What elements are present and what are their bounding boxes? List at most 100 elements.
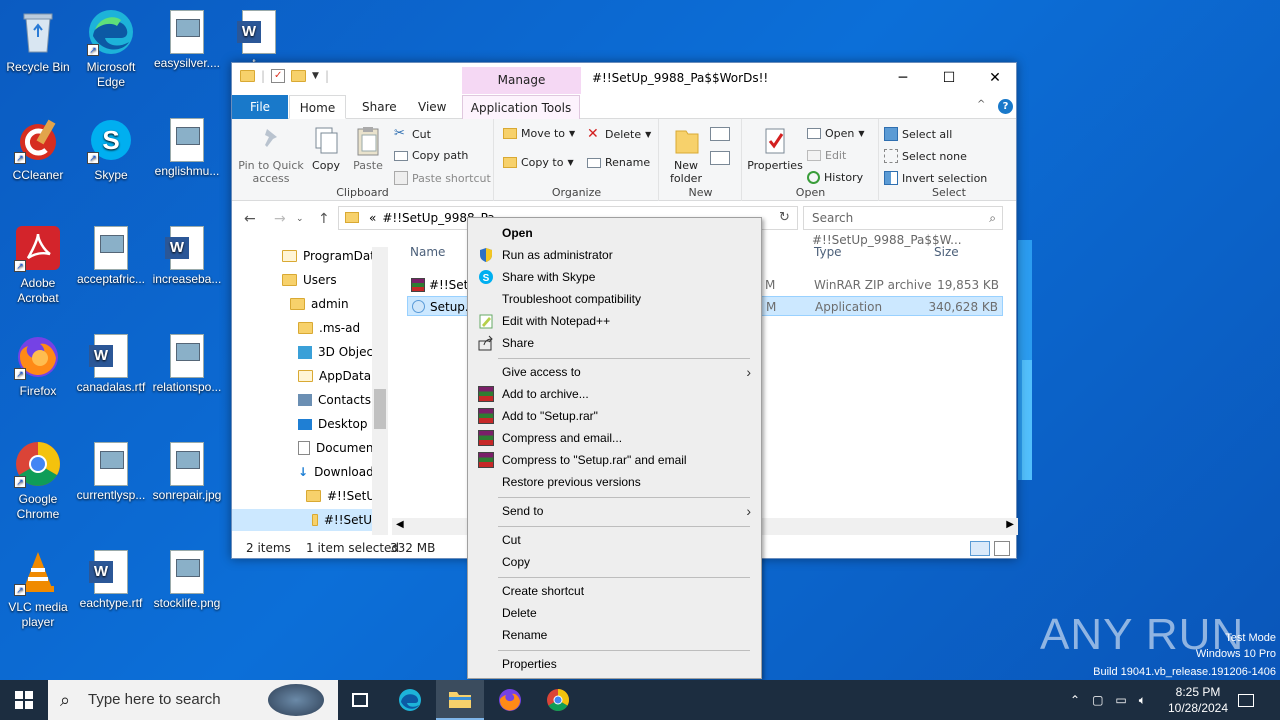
tab-view[interactable]: View [408,95,456,119]
edit-button[interactable]: Edit [807,149,846,162]
nav-item-ms-ad[interactable]: .ms-ad [298,317,360,339]
nav-scrollbar[interactable] [372,247,388,535]
network-icon[interactable]: ▭ [1115,693,1126,707]
menu-item-cut[interactable]: Cut [468,529,761,551]
easy-access-icon[interactable] [710,151,730,165]
paste-shortcut-button[interactable]: Paste shortcut [394,171,491,185]
menu-item-copy[interactable]: Copy [468,551,761,573]
scroll-left-icon[interactable]: ◀ [396,519,404,530]
taskbar-chrome[interactable] [534,680,582,720]
taskbar-edge[interactable] [386,680,434,720]
recent-chevron-icon[interactable]: ⌄ [296,214,304,224]
copy-to-button[interactable]: Copy to ▼ [503,156,574,169]
desktop-icon-skype[interactable]: S ↗ Skype [73,116,149,183]
nav-item-users[interactable]: Users [282,269,337,291]
select-none-button[interactable]: Select none [884,149,967,163]
menu-item-share-with-skype[interactable]: S Share with Skype [468,266,761,288]
desktop-icon-google-chrome[interactable]: ↗ Google Chrome [0,440,76,522]
paste-button[interactable]: Paste [348,125,388,172]
menu-item-add-to-archive[interactable]: Add to archive... [468,383,761,405]
menu-item-restore-previous-versions[interactable]: Restore previous versions [468,471,761,493]
new-item-icon[interactable] [710,127,730,141]
desktop-icon-stocklife[interactable]: stocklife.png [149,548,225,611]
new-folder-button[interactable]: New folder [664,125,708,185]
desktop-icon-acceptafric[interactable]: acceptafric... [73,224,149,287]
tab-file[interactable]: File [232,95,288,119]
back-arrow-icon[interactable]: ← [244,211,256,227]
device-icon[interactable]: ▢ [1092,693,1103,707]
menu-item-properties[interactable]: Properties [468,653,761,675]
desktop-icon-microsoft-edge[interactable]: ↗ Microsoft Edge [73,8,149,90]
menu-item-create-shortcut[interactable]: Create shortcut [468,580,761,602]
menu-item-share[interactable]: Share [468,332,761,354]
new-folder-icon[interactable] [291,70,307,82]
properties-button[interactable]: Properties [747,125,803,172]
desktop-icon-easysilver[interactable]: easysilver.... [149,8,225,71]
nav-item-programdata[interactable]: ProgramData [282,245,382,267]
nav-item-downloads[interactable]: ↓ Downloads [298,461,380,483]
search-box[interactable]: Search #!!SetUp_9988_Pa$$W... ⌕ [803,206,1003,247]
menu-item-edit-with-notepad[interactable]: Edit with Notepad++ [468,310,761,332]
cut-button[interactable]: ✂ Cut [394,127,431,141]
menu-item-send-to[interactable]: Send to › [468,500,761,522]
rename-button[interactable]: Rename [587,156,650,169]
desktop-icon-vlc[interactable]: ↗ VLC media player [0,548,76,630]
show-hidden-icons-chevron-icon[interactable]: ⌃ [1070,693,1080,707]
copy-button[interactable]: Copy [306,125,346,172]
column-header-size[interactable]: Size [934,245,959,259]
desktop-icon-englishmu[interactable]: englishmu... [149,116,225,179]
taskbar-search-box[interactable]: ⌕ Type here to search [48,680,338,720]
menu-item-run-as-administrator[interactable]: Run as administrator [468,244,761,266]
desktop-icon-ccleaner[interactable]: ↗ CCleaner [0,116,76,183]
nav-item-admin[interactable]: admin [290,293,349,315]
nav-item-contacts[interactable]: Contacts [298,389,371,411]
tab-home[interactable]: Home [289,95,346,119]
desktop-icon-relationspo[interactable]: relationspo... [149,332,225,395]
desktop-icon-recycle-bin[interactable]: Recycle Bin [0,8,76,75]
pin-to-quick-access-button[interactable]: Pin to Quick access [238,125,304,185]
volume-icon[interactable]: 🔈︎ [1139,693,1146,708]
menu-item-give-access-to[interactable]: Give access to › [468,361,761,383]
invert-selection-button[interactable]: Invert selection [884,171,987,185]
nav-item-appdata[interactable]: AppData [298,365,371,387]
scroll-right-icon[interactable]: ▶ [1006,519,1014,530]
desktop-icon-sonrepair[interactable]: sonrepair.jpg [149,440,225,503]
minimize-button[interactable]: ─ [880,63,926,93]
copy-path-button[interactable]: Copy path [394,149,468,162]
desktop-icon-adobe-acrobat[interactable]: ↗ Adobe Acrobat [0,224,76,306]
select-all-button[interactable]: Select all [884,127,952,141]
chevron-down-icon[interactable]: ▼ [312,71,319,81]
ribbon-collapse-icon[interactable]: ^ [977,99,985,110]
details-view-icon[interactable] [970,541,990,556]
task-view-button[interactable] [336,680,384,720]
taskbar-firefox[interactable] [486,680,534,720]
nav-item-setup-subfolder[interactable]: #!!SetU [232,509,372,531]
delete-button[interactable]: ✕ Delete ▼ [587,127,651,141]
help-icon[interactable]: ? [998,99,1013,114]
move-to-button[interactable]: Move to ▼ [503,127,575,140]
taskbar-file-explorer[interactable] [436,680,484,720]
clock[interactable]: 8:25 PM 10/28/2024 [1162,680,1234,720]
menu-item-open[interactable]: Open [468,222,761,244]
menu-item-compress-to-setup-rar-and-email[interactable]: Compress to "Setup.rar" and email [468,449,761,471]
refresh-icon[interactable]: ↻ [779,210,790,225]
menu-item-delete[interactable]: Delete [468,602,761,624]
nav-item-desktop[interactable]: Desktop [298,413,368,435]
start-button[interactable] [0,680,48,720]
large-icons-view-icon[interactable] [994,541,1010,556]
up-arrow-icon[interactable]: ↑ [318,211,330,227]
menu-item-rename[interactable]: Rename [468,624,761,646]
tab-application-tools[interactable]: Application Tools [462,95,580,119]
notifications-button[interactable] [1238,680,1258,720]
desktop-icon-increaseba[interactable]: increaseba... [149,224,225,287]
desktop-icon-eachtype[interactable]: eachtype.rtf [73,548,149,611]
open-button[interactable]: Open ▼ [807,127,865,140]
maximize-button[interactable]: ☐ [926,63,972,93]
forward-arrow-icon[interactable]: → [274,211,286,227]
column-header-name[interactable]: Name [410,245,445,259]
close-button[interactable]: ✕ [972,63,1018,93]
menu-item-troubleshoot-compatibility[interactable]: Troubleshoot compatibility [468,288,761,310]
desktop-icon-firefox[interactable]: ↗ Firefox [0,332,76,399]
tab-share[interactable]: Share [352,95,407,119]
menu-item-compress-and-email[interactable]: Compress and email... [468,427,761,449]
